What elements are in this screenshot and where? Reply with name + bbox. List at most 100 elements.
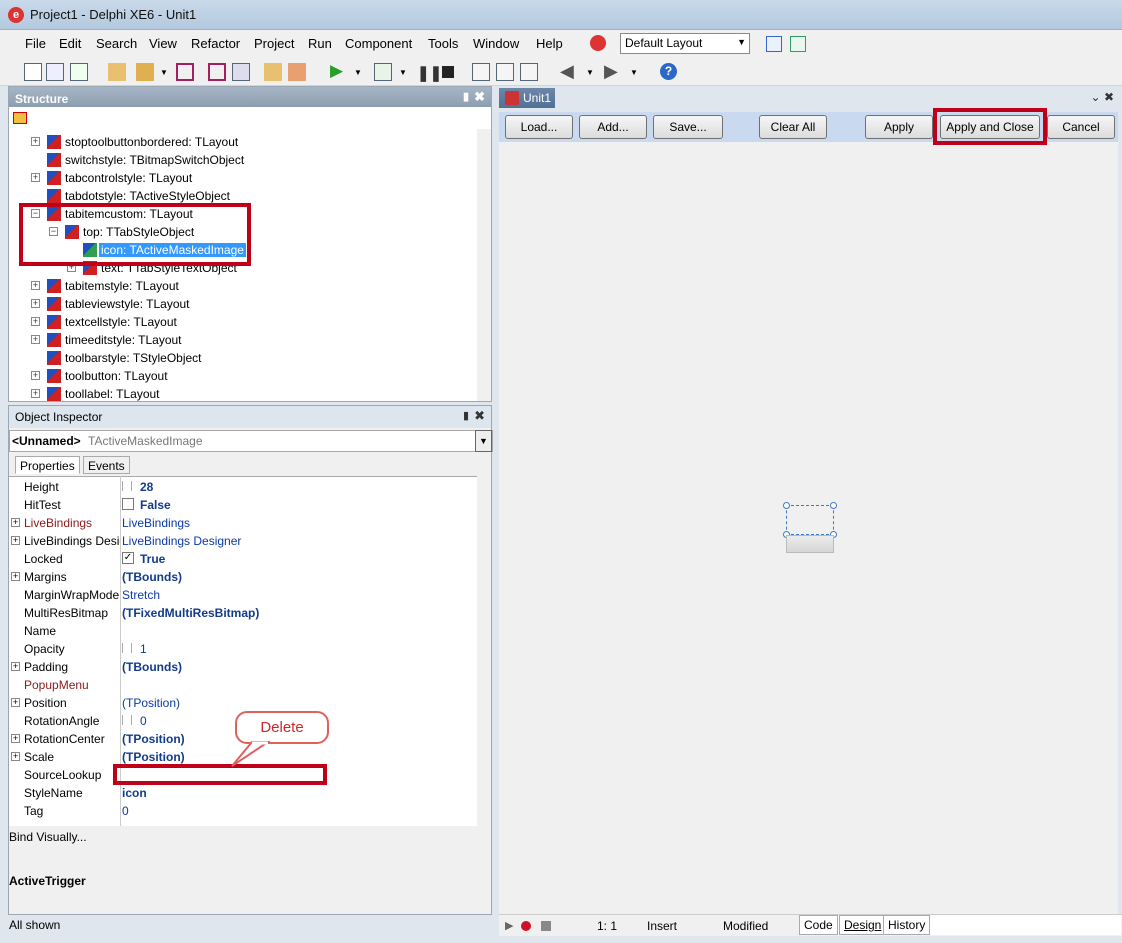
apply-button[interactable]: Apply: [865, 115, 933, 139]
property-row[interactable]: HitTest False: [9, 495, 479, 513]
property-row[interactable]: StyleName icon: [9, 783, 479, 801]
forward-arrow-icon[interactable]: ▶: [604, 61, 618, 82]
chevron-down-icon[interactable]: ▼: [475, 430, 492, 452]
structure-toolbar-icon[interactable]: [13, 112, 27, 124]
property-value[interactable]: (TPosition): [122, 732, 185, 746]
save-button[interactable]: Save...: [653, 115, 723, 139]
set-debug-desktop-icon[interactable]: [790, 36, 806, 52]
menu-component[interactable]: Component: [345, 36, 412, 51]
trace-into-icon[interactable]: [472, 63, 490, 81]
tab-events[interactable]: Events: [83, 456, 130, 474]
new-form-icon[interactable]: [70, 63, 88, 81]
property-row[interactable]: + LiveBindings DesignerLiveBindings Desig…: [9, 531, 479, 549]
property-row[interactable]: Height 28: [9, 477, 479, 495]
tree-item[interactable]: toolbarstyle: TStyleObject: [9, 349, 479, 367]
property-value[interactable]: (TFixedMultiResBitmap): [122, 606, 259, 620]
tree-item[interactable]: + textcellstyle: TLayout: [9, 313, 479, 331]
menu-refactor[interactable]: Refactor: [191, 36, 240, 51]
expand-icon[interactable]: +: [31, 371, 40, 380]
expand-icon[interactable]: +: [11, 518, 20, 527]
back-arrow-icon[interactable]: ◀: [560, 61, 574, 82]
tab-code[interactable]: Code: [799, 915, 838, 935]
save-all-icon[interactable]: [208, 63, 226, 81]
save-desktop-icon[interactable]: [766, 36, 782, 52]
property-value[interactable]: (TBounds): [122, 660, 182, 674]
inspector-scrollbar[interactable]: [477, 476, 491, 826]
record-icon[interactable]: [521, 921, 531, 931]
resize-handle[interactable]: [783, 502, 790, 509]
embarcadero-icon[interactable]: [590, 35, 606, 51]
add-button[interactable]: Add...: [579, 115, 647, 139]
property-row[interactable]: Locked ✓ True: [9, 549, 479, 567]
property-value[interactable]: (TPosition): [122, 696, 180, 710]
property-row[interactable]: Opacity 1: [9, 639, 479, 657]
property-value[interactable]: 28: [140, 480, 153, 494]
tree-item[interactable]: + tabcontrolstyle: TLayout: [9, 169, 479, 187]
property-row[interactable]: MultiResBitmap (TFixedMultiResBitmap): [9, 603, 479, 621]
property-value[interactable]: LiveBindings: [122, 516, 190, 530]
expand-icon[interactable]: +: [31, 173, 40, 182]
property-value[interactable]: (TPosition): [122, 750, 185, 764]
property-row[interactable]: + Margins (TBounds): [9, 567, 479, 585]
stop-icon[interactable]: [541, 921, 551, 931]
checkbox-checked[interactable]: ✓: [122, 552, 134, 564]
property-row[interactable]: + Padding (TBounds): [9, 657, 479, 675]
expand-icon[interactable]: +: [11, 662, 20, 671]
tree-item[interactable]: + timeeditstyle: TLayout: [9, 331, 479, 349]
open-project-icon[interactable]: [108, 63, 126, 81]
close-file-icon[interactable]: [232, 63, 250, 81]
property-row[interactable]: MarginWrapMode Stretch: [9, 585, 479, 603]
menu-tools[interactable]: Tools: [428, 36, 458, 51]
menu-help[interactable]: Help: [536, 36, 563, 51]
tree-item[interactable]: + tabitemstyle: TLayout: [9, 277, 479, 295]
pin-icon[interactable]: ▮: [463, 90, 469, 103]
expand-icon[interactable]: +: [31, 317, 40, 326]
menu-search[interactable]: Search: [96, 36, 137, 51]
selected-component[interactable]: [783, 502, 837, 538]
chevron-down-icon[interactable]: ▼: [586, 68, 594, 77]
chevron-down-icon[interactable]: ▼: [160, 68, 168, 77]
property-row[interactable]: PopupMenu: [9, 675, 479, 693]
expand-icon[interactable]: +: [31, 389, 40, 398]
expand-icon[interactable]: +: [11, 752, 20, 761]
chevron-down-icon[interactable]: ▼: [630, 68, 638, 77]
menu-view[interactable]: View: [149, 36, 177, 51]
structure-scrollbar[interactable]: [477, 129, 491, 401]
tab-history[interactable]: History: [883, 915, 931, 935]
property-value[interactable]: (TBounds): [122, 570, 182, 584]
pause-icon[interactable]: ❚❚: [417, 64, 442, 82]
expand-icon[interactable]: +: [31, 137, 40, 146]
expand-icon[interactable]: +: [31, 299, 40, 308]
property-row[interactable]: Name: [9, 621, 479, 639]
tree-item[interactable]: switchstyle: TBitmapSwitchObject: [9, 151, 479, 169]
tree-item[interactable]: + tableviewstyle: TLayout: [9, 295, 479, 313]
tab-item-preview[interactable]: [786, 535, 834, 553]
tree-item[interactable]: + toollabel: TLayout: [9, 385, 479, 401]
menu-project[interactable]: Project: [254, 36, 294, 51]
menu-run[interactable]: Run: [308, 36, 332, 51]
step-over-icon[interactable]: [496, 63, 514, 81]
tab-design[interactable]: Design: [839, 915, 887, 935]
property-value[interactable]: 0: [122, 804, 129, 818]
checkbox[interactable]: [122, 498, 134, 510]
remove-from-project-icon[interactable]: [288, 63, 306, 81]
design-canvas[interactable]: [499, 142, 1118, 914]
add-to-project-icon[interactable]: [264, 63, 282, 81]
property-value[interactable]: 1: [140, 642, 147, 656]
clear-all-button[interactable]: Clear All: [759, 115, 827, 139]
object-selector[interactable]: <Unnamed> TActiveMaskedImage ▼: [9, 430, 493, 452]
run-icon[interactable]: ▶: [330, 61, 343, 81]
property-value[interactable]: LiveBindings Designer: [122, 534, 241, 548]
close-icon[interactable]: ✖: [1104, 90, 1114, 104]
new-items-icon[interactable]: [46, 63, 64, 81]
property-value[interactable]: icon: [122, 786, 147, 800]
tab-properties[interactable]: Properties: [15, 456, 80, 474]
expand-icon[interactable]: +: [11, 698, 20, 707]
new-icon[interactable]: [24, 63, 42, 81]
expand-icon[interactable]: +: [11, 572, 20, 581]
chevron-down-icon[interactable]: ▼: [399, 68, 407, 77]
play-icon[interactable]: ▶: [505, 919, 513, 932]
chevron-down-icon[interactable]: ▼: [354, 68, 362, 77]
property-value[interactable]: Stretch: [122, 588, 160, 602]
tab-unit1[interactable]: Unit1: [499, 88, 555, 108]
